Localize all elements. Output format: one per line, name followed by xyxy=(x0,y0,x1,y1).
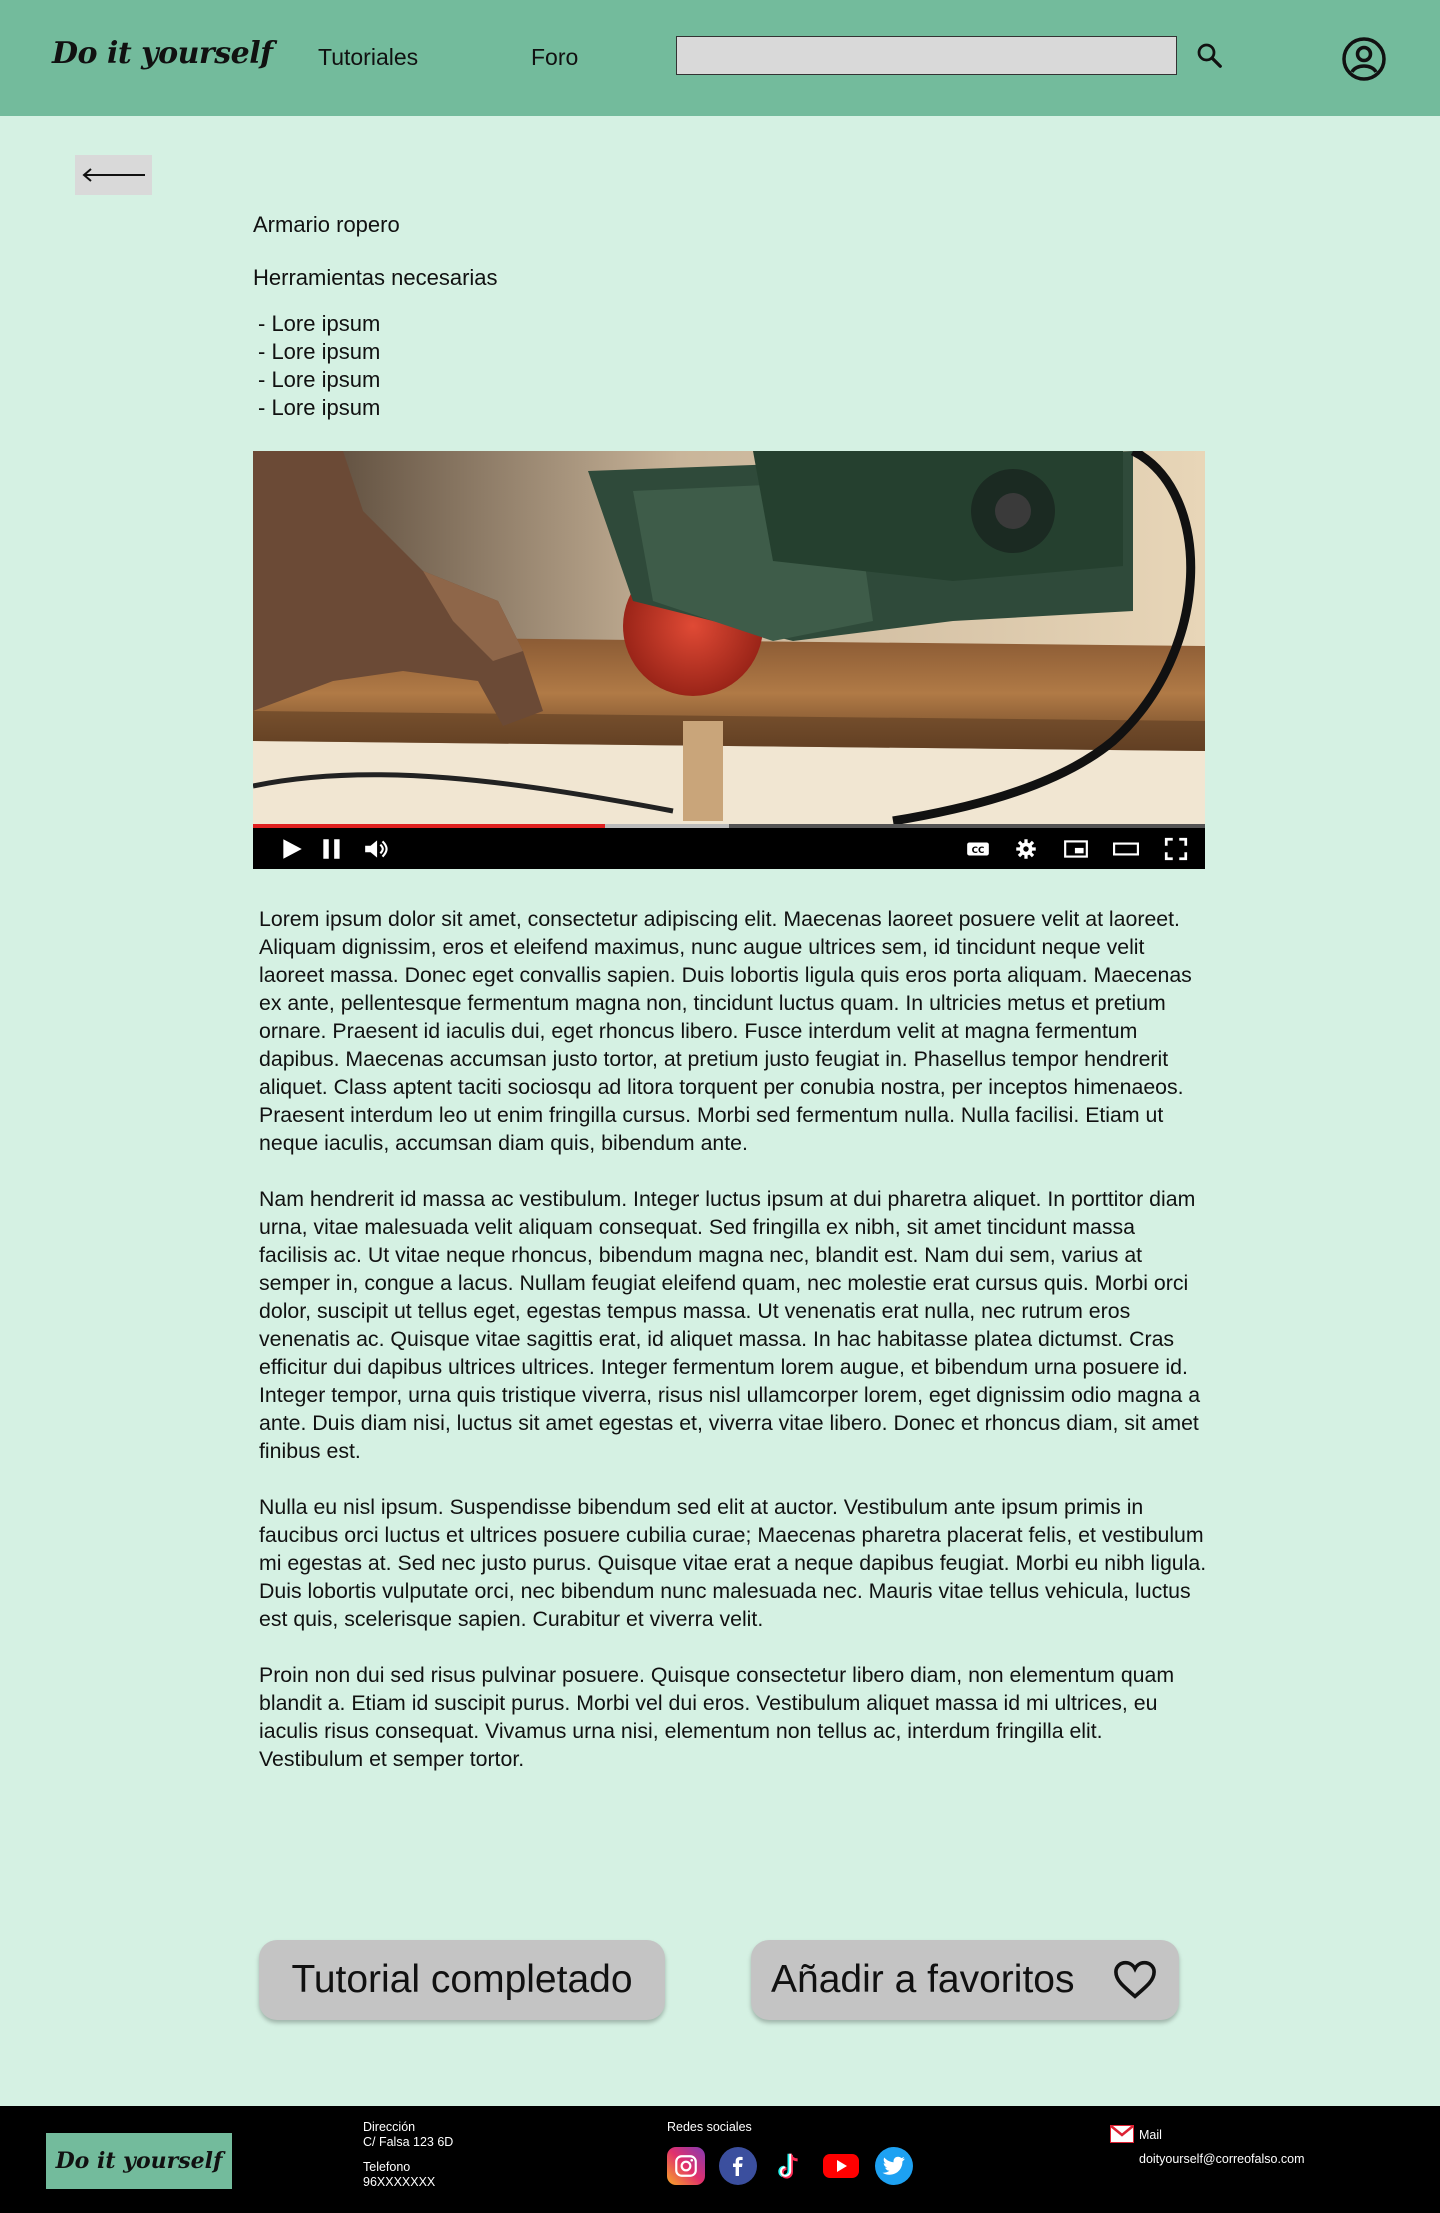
svg-text:CC: CC xyxy=(972,846,985,856)
video-player[interactable]: CC xyxy=(253,451,1205,869)
tools-heading: Herramientas necesarias xyxy=(253,265,498,290)
site-header: Do it yourself Tutoriales Foro xyxy=(0,0,1440,116)
tutorial-completed-label: Tutorial completado xyxy=(291,1958,633,2001)
tools-list: - Lore ipsum - Lore ipsum - Lore ipsum -… xyxy=(258,310,380,422)
search-input[interactable] xyxy=(676,36,1177,75)
video-thumbnail[interactable] xyxy=(253,451,1205,826)
footer-logo[interactable]: Do it yourself xyxy=(46,2133,232,2189)
facebook-glyph xyxy=(733,2156,743,2176)
heart-icon xyxy=(1114,1960,1156,1999)
phone-value: 96XXXXXXX xyxy=(363,2175,436,2189)
add-to-favorites-button[interactable]: Añadir a favoritos xyxy=(751,1940,1179,2020)
tool-item: - Lore ipsum xyxy=(258,367,381,392)
miniplayer-icon[interactable] xyxy=(1063,836,1089,862)
search-icon[interactable] xyxy=(1194,40,1224,70)
facebook-icon[interactable] xyxy=(719,2147,757,2185)
play-icon[interactable] xyxy=(279,836,305,862)
back-button[interactable] xyxy=(75,155,152,195)
tutorial-description: Lorem ipsum dolor sit amet, consectetur … xyxy=(259,905,1209,1801)
phone-label: Telefono xyxy=(363,2160,411,2174)
nav-foro[interactable]: Foro xyxy=(531,44,578,71)
address-value: C/ Falsa 123 6D xyxy=(363,2135,454,2149)
mail-value[interactable]: doityourself@correofalso.com xyxy=(1139,2152,1305,2167)
youtube-glyph xyxy=(823,2154,859,2178)
instagram-icon[interactable] xyxy=(667,2147,705,2185)
tool-item: - Lore ipsum xyxy=(258,339,381,364)
instagram-glyph xyxy=(675,2155,697,2177)
tiktok-glyph xyxy=(778,2153,798,2179)
arrow-left-icon xyxy=(81,168,145,182)
mail-label: Mail xyxy=(1139,2128,1162,2142)
closed-captions-icon[interactable]: CC xyxy=(965,836,991,862)
twitter-glyph xyxy=(882,2156,905,2175)
add-to-favorites-label: Añadir a favoritos xyxy=(771,1958,1075,2001)
address-label: Dirección xyxy=(363,2120,416,2134)
social-label: Redes sociales xyxy=(667,2120,752,2134)
tool-item: - Lore ipsum xyxy=(258,395,381,420)
volume-icon[interactable] xyxy=(363,836,389,862)
fullscreen-icon[interactable] xyxy=(1163,836,1189,862)
tool-item: - Lore ipsum xyxy=(258,311,381,336)
tutorial-completed-button[interactable]: Tutorial completado xyxy=(259,1940,665,2020)
twitter-icon[interactable] xyxy=(875,2147,913,2185)
youtube-icon[interactable] xyxy=(822,2147,860,2185)
article-paragraph: Nulla eu nisl ipsum. Suspendisse bibendu… xyxy=(259,1495,1207,1631)
user-account-icon[interactable] xyxy=(1341,36,1387,82)
mail-icon xyxy=(1110,2125,1134,2143)
tutorial-title: Armario ropero xyxy=(253,212,400,237)
nav-tutoriales[interactable]: Tutoriales xyxy=(318,44,418,71)
article-paragraph: Lorem ipsum dolor sit amet, consectetur … xyxy=(259,907,1192,1155)
pause-icon[interactable] xyxy=(319,836,345,862)
video-controls: CC xyxy=(253,828,1205,869)
tiktok-icon[interactable] xyxy=(770,2147,808,2185)
theater-mode-icon[interactable] xyxy=(1113,836,1139,862)
site-logo[interactable]: Do it yourself xyxy=(52,36,273,71)
article-paragraph: Proin non dui sed risus pulvinar posuere… xyxy=(259,1663,1175,1771)
article-paragraph: Nam hendrerit id massa ac vestibulum. In… xyxy=(259,1187,1201,1463)
settings-gear-icon[interactable] xyxy=(1013,836,1039,862)
